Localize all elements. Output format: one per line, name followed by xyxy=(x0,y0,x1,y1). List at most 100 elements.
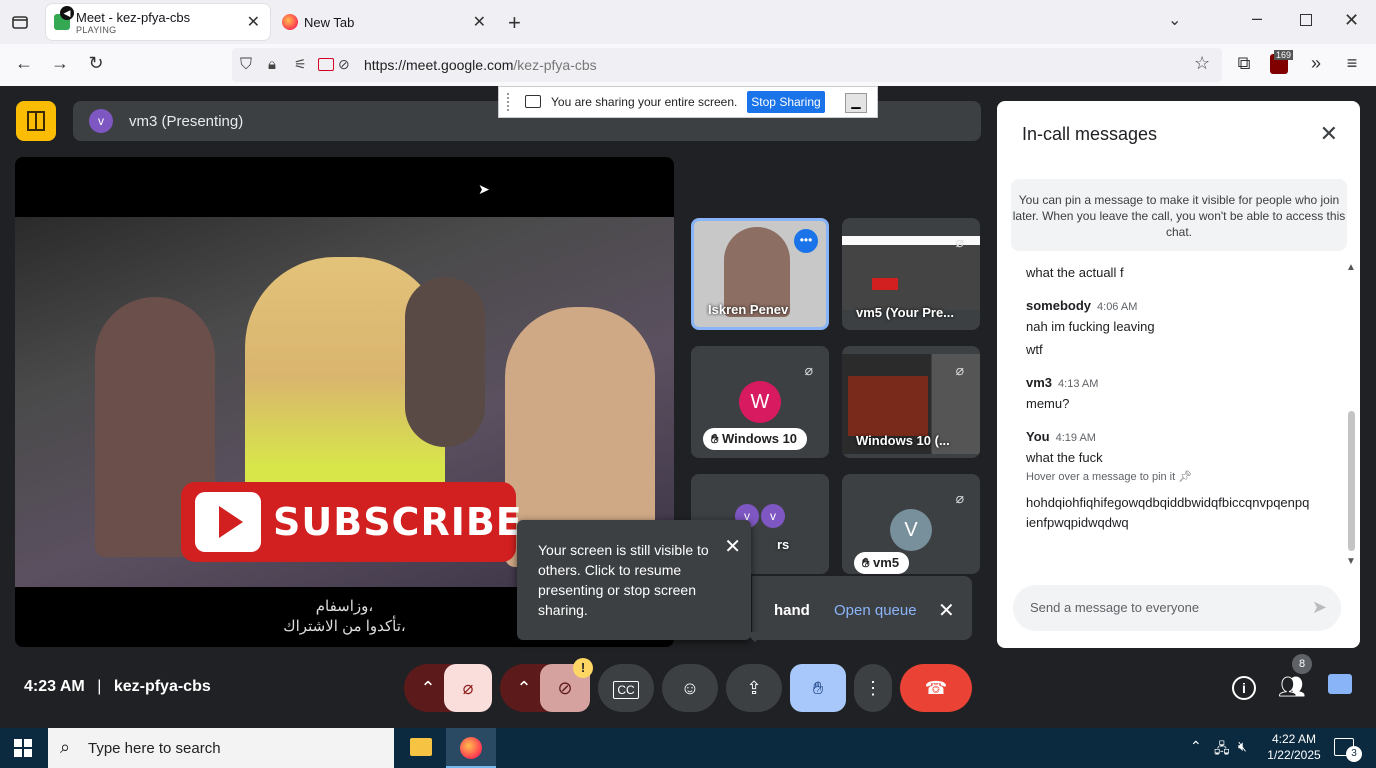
message-time: 4:19 AM xyxy=(1055,432,1096,444)
exit-fullscreen-button[interactable] xyxy=(16,101,56,141)
message-sender: You xyxy=(1026,429,1050,444)
volume-muted-icon[interactable]: 🔇︎ xyxy=(1238,738,1247,755)
leave-call-button[interactable]: ☎︎ xyxy=(900,664,972,712)
network-icon[interactable]: 🖧︎ xyxy=(1214,738,1230,762)
participant-name: Iskren Penev xyxy=(708,302,789,317)
send-icon[interactable]: ➤ xyxy=(1312,597,1327,618)
hide-sharing-bar-button[interactable]: ▁ xyxy=(845,93,867,113)
more-options-icon[interactable]: ••• xyxy=(794,229,818,253)
forward-arrow-icon[interactable]: → xyxy=(48,53,72,74)
message-time: 4:13 AM xyxy=(1058,378,1099,390)
back-arrow-icon[interactable]: ← xyxy=(12,53,36,74)
close-icon[interactable]: ✕ xyxy=(938,598,955,623)
extension-badge: 169 xyxy=(1274,50,1294,60)
message-text: nah im fucking leaving xyxy=(1026,319,1155,334)
firefox-taskbar-icon[interactable] xyxy=(446,728,496,768)
close-icon[interactable]: ✕ xyxy=(724,534,741,559)
taskbar-search-box[interactable]: ⌕ Type here to search xyxy=(48,728,394,768)
windows-start-icon[interactable] xyxy=(14,739,32,757)
show-hidden-icons[interactable]: ⌃ xyxy=(1190,738,1202,755)
firefox-favicon-icon xyxy=(282,14,298,30)
list-all-tabs-icon[interactable]: ⌄ xyxy=(1168,10,1181,30)
camera-blocked-icon[interactable]: ⊘ xyxy=(338,56,350,73)
participant-avatar: V xyxy=(890,509,932,551)
scrollbar-thumb[interactable] xyxy=(1348,411,1355,551)
more-vert-icon: ⋮ xyxy=(864,678,882,698)
message-input-placeholder: Send a message to everyone xyxy=(1030,600,1200,615)
taskbar-clock[interactable]: 4:22 AM 1/22/2025 xyxy=(1262,732,1326,762)
in-call-messages-panel: In-call messages ✕ You can pin a message… xyxy=(997,101,1360,648)
shield-icon[interactable]: ⛉ xyxy=(240,56,252,74)
speaker-playing-icon[interactable]: ◀ xyxy=(60,6,74,20)
overflow-chevron-icon[interactable]: » xyxy=(1304,53,1328,74)
mic-off-icon: ⌀ xyxy=(804,362,813,378)
raise-hand-button[interactable]: ✋︎ xyxy=(790,664,846,712)
more-options-button[interactable]: ⋮ xyxy=(854,664,892,712)
extensions-icon[interactable]: ⧉ xyxy=(1232,53,1256,74)
message-text: memu? xyxy=(1026,396,1070,411)
drag-handle[interactable] xyxy=(507,93,511,111)
screen-share-indicator-icon[interactable] xyxy=(318,58,334,71)
clock-time: 4:22 AM xyxy=(1271,732,1317,746)
participant-tile[interactable]: ⌀ vm5 (Your Pre... xyxy=(842,218,980,330)
file-explorer-icon[interactable] xyxy=(410,738,432,756)
message-group[interactable]: You 4:19 AM what the fuck Hover over a me… xyxy=(1026,429,1326,483)
close-tab-icon[interactable]: ✕ xyxy=(473,12,486,32)
sharing-indicator-bar: You are sharing your entire screen. Stop… xyxy=(498,86,878,118)
scroll-down-icon[interactable]: ▼ xyxy=(1346,556,1356,567)
close-tab-icon[interactable]: ✕ xyxy=(247,12,260,32)
browser-nav-bar: ← → ↻ ⛉ 🔒︎ ⚟ ⊘ https://meet.google.com/k… xyxy=(0,44,1376,87)
tooltip-arrow xyxy=(745,632,765,642)
menu-hamburger-icon[interactable]: ≡ xyxy=(1340,53,1364,74)
present-now-button[interactable]: ⇪ xyxy=(726,664,782,712)
participant-name: vm5 (Your Pre... xyxy=(856,305,955,320)
participant-avatar: v xyxy=(761,504,785,528)
url-text[interactable]: https://meet.google.com/kez-pfya-cbs xyxy=(364,57,597,73)
participant-tile[interactable]: ⌀ V ✋︎ vm5 xyxy=(842,474,980,574)
tab-new-tab[interactable]: New Tab ✕ xyxy=(274,4,496,40)
search-icon: ⌕ xyxy=(60,737,71,757)
meeting-details-icon[interactable]: i xyxy=(1232,676,1256,700)
message-group[interactable]: somebody 4:06 AM nah im fucking leaving w… xyxy=(1026,298,1326,357)
minimize-button[interactable]: – xyxy=(1252,8,1262,29)
participant-tile[interactable]: ••• Iskren Penev xyxy=(691,218,829,330)
message-list[interactable]: what the actuall f somebody 4:06 AM nah i… xyxy=(1026,261,1326,533)
share-screen-icon xyxy=(525,95,541,108)
lock-icon[interactable]: 🔒︎ xyxy=(268,56,276,73)
participant-tile[interactable]: ⌀ Windows 10 (... xyxy=(842,346,980,458)
microphone-toggle-button[interactable]: ⌀ xyxy=(444,664,492,712)
presenter-avatar: v xyxy=(89,109,113,133)
chat-scrollbar[interactable]: ▲ ▼ xyxy=(1346,262,1356,571)
people-icon[interactable]: 👥︎ xyxy=(1278,674,1306,700)
close-window-button[interactable]: ✕ xyxy=(1344,10,1359,31)
message-input[interactable]: Send a message to everyone ➤ xyxy=(1013,585,1341,631)
tab-subtitle: PLAYING xyxy=(76,25,117,35)
warning-badge: ! xyxy=(573,658,593,678)
message-group[interactable]: vm3 4:13 AM memu? xyxy=(1026,375,1326,411)
captions-button[interactable]: CC xyxy=(598,664,654,712)
hang-up-icon: ☎︎ xyxy=(924,678,948,698)
participant-tile[interactable]: ⌀ W ✋︎ Windows 10 xyxy=(691,346,829,458)
thumbnail-red-block xyxy=(872,278,898,290)
tab-list-icon[interactable] xyxy=(10,12,30,32)
message-time: 4:06 AM xyxy=(1097,301,1138,313)
stop-sharing-button[interactable]: Stop Sharing xyxy=(747,91,825,113)
bookmark-star-icon[interactable]: ☆ xyxy=(1194,53,1210,74)
emoji-icon: ☺ xyxy=(680,678,700,698)
tab-meet[interactable]: ◀ Meet - kez-pfya-cbs PLAYING ✕ xyxy=(46,4,270,40)
url-bar[interactable]: ⛉ 🔒︎ ⚟ ⊘ https://meet.google.com/kez-pfy… xyxy=(232,48,1222,82)
search-placeholder: Type here to search xyxy=(88,740,221,757)
close-panel-icon[interactable]: ✕ xyxy=(1320,121,1338,147)
reload-icon[interactable]: ↻ xyxy=(84,53,108,74)
pin-hint: Hover over a message to pin it 📌︎ xyxy=(1026,471,1193,483)
emoji-reaction-button[interactable]: ☺ xyxy=(662,664,718,712)
new-tab-button[interactable]: + xyxy=(508,10,521,36)
permissions-icon[interactable]: ⚟ xyxy=(294,56,307,73)
maximize-button[interactable] xyxy=(1300,14,1312,26)
open-queue-button[interactable]: Open queue xyxy=(834,602,917,619)
chat-icon[interactable] xyxy=(1328,674,1352,694)
scroll-up-icon[interactable]: ▲ xyxy=(1346,262,1356,273)
screen-visible-tooltip[interactable]: Your screen is still visible to others. … xyxy=(517,520,765,642)
participant-name: Windows 10 (... xyxy=(856,433,950,448)
presentation-icon xyxy=(27,111,45,131)
